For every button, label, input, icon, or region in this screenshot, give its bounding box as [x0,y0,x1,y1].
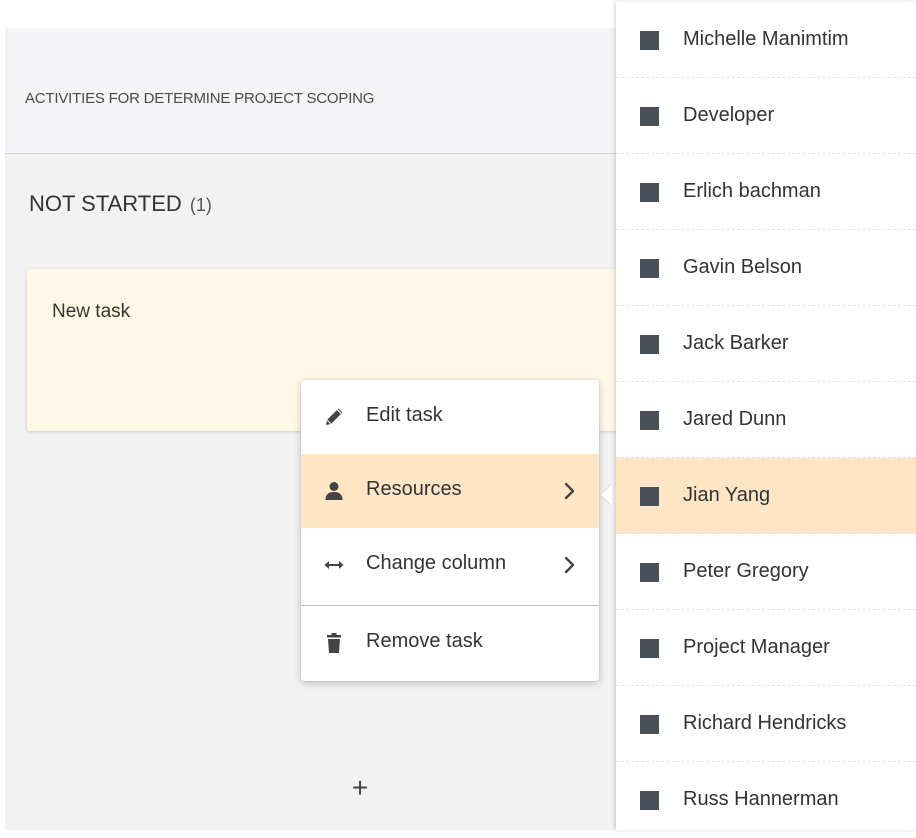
resource-color-swatch [640,411,659,430]
resource-item[interactable]: Richard Hendricks [616,686,916,762]
resources-submenu: Michelle Manimtim Developer Erlich bachm… [616,2,916,830]
horizontal-arrows-icon [323,554,345,576]
resource-name: Michelle Manimtim [683,28,849,50]
task-context-menu: Edit task Resources Change column Remove… [301,380,599,681]
resource-item[interactable]: Erlich bachman [616,154,916,230]
trash-icon [323,632,345,654]
resource-name: Erlich bachman [683,180,821,202]
resource-item[interactable]: Project Manager [616,610,916,686]
task-title: New task [52,301,131,322]
resource-name: Russ Hannerman [683,788,839,810]
resource-name: Jack Barker [683,332,789,354]
resource-color-swatch [640,259,659,278]
submenu-pointer [601,484,612,506]
resource-color-swatch [640,107,659,126]
resource-name: Richard Hendricks [683,712,847,734]
resource-item[interactable]: Jared Dunn [616,382,916,458]
resource-color-swatch [640,715,659,734]
resource-item[interactable]: Michelle Manimtim [616,2,916,78]
menu-item-edit-task[interactable]: Edit task [301,380,599,454]
menu-item-remove-task[interactable]: Remove task [301,605,599,679]
resource-item[interactable]: Peter Gregory [616,534,916,610]
menu-label-change-column: Change column [366,552,507,574]
resource-item[interactable]: Developer [616,78,916,154]
column-name: NOT STARTED [29,191,182,216]
resource-color-swatch [640,335,659,354]
board-header: ACTIVITIES FOR DETERMINE PROJECT SCOPING [5,28,616,154]
add-task-button[interactable]: + [345,773,375,803]
resource-color-swatch [640,183,659,202]
menu-label-remove-task: Remove task [366,630,483,652]
resource-name: Gavin Belson [683,256,802,278]
resource-color-swatch [640,639,659,658]
pencil-icon [323,406,345,428]
resource-item[interactable]: Russ Hannerman [616,762,916,838]
resource-color-swatch [640,31,659,50]
resource-color-swatch [640,791,659,810]
resource-color-swatch [640,487,659,506]
resource-name: Jared Dunn [683,408,787,430]
column-count: (1) [189,195,212,215]
column-heading: NOT STARTED (1) [29,191,212,217]
menu-item-resources[interactable]: Resources [301,454,599,528]
chevron-right-icon [563,481,577,501]
resource-color-swatch [640,563,659,582]
menu-label-edit-task: Edit task [366,404,443,426]
resource-name: Project Manager [683,636,830,658]
resource-item-highlighted[interactable]: Jian Yang [616,458,916,534]
resource-item[interactable]: Jack Barker [616,306,916,382]
menu-item-change-column[interactable]: Change column [301,528,599,602]
board-title: ACTIVITIES FOR DETERMINE PROJECT SCOPING [25,90,375,107]
resource-name: Peter Gregory [683,560,809,582]
resource-item[interactable]: Gavin Belson [616,230,916,306]
resource-name: Jian Yang [683,484,771,506]
chevron-right-icon [563,555,577,575]
menu-label-resources: Resources [366,478,462,500]
person-icon [323,480,345,502]
resource-name: Developer [683,104,775,126]
